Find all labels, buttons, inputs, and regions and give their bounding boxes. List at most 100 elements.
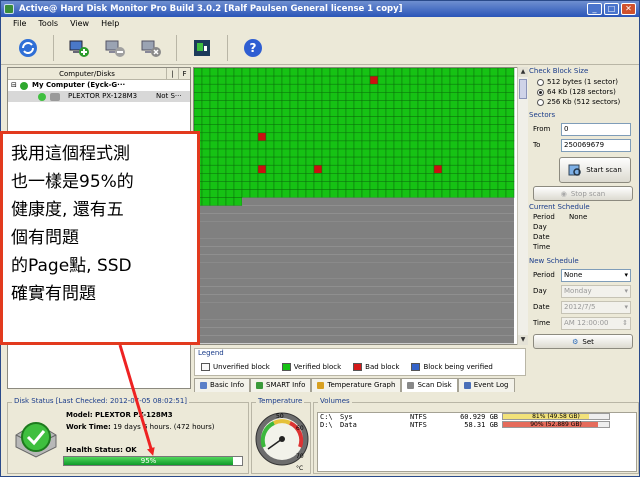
unverified-block [346, 311, 354, 320]
verified-block [329, 92, 339, 101]
verified-block [345, 68, 355, 77]
verified-block [497, 108, 507, 117]
period-select[interactable]: None ▾ [561, 268, 631, 282]
verified-block [321, 132, 331, 142]
unverified-block [218, 286, 226, 295]
menu-view[interactable]: View [70, 17, 89, 31]
verified-block [497, 181, 507, 190]
add-computer-icon[interactable] [66, 35, 92, 61]
from-input[interactable]: 0 [561, 122, 631, 136]
verified-block [329, 68, 339, 77]
chevron-down-icon[interactable]: ▾ [624, 270, 628, 281]
scroll-up-icon[interactable]: ▲ [518, 67, 528, 77]
menu-file[interactable]: File [13, 17, 26, 31]
column-indicator[interactable]: | [166, 68, 178, 79]
verified-block [393, 92, 403, 101]
unverified-block [482, 327, 490, 336]
verified-block [481, 124, 491, 134]
block-size-option[interactable]: 512 bytes (1 sector) [529, 77, 637, 87]
menu-tools[interactable]: Tools [38, 17, 58, 31]
unverified-block [386, 319, 394, 328]
unverified-block [450, 238, 458, 247]
spin-icon[interactable]: ⇕ [622, 318, 628, 329]
close-button[interactable]: ✕ [621, 3, 636, 15]
scroll-thumb[interactable] [519, 79, 527, 99]
toolbar-separator [53, 34, 54, 61]
unverified-block [386, 246, 394, 255]
verified-block [297, 173, 307, 182]
unverified-block [378, 230, 386, 239]
radio-icon[interactable] [537, 88, 544, 96]
verified-block [241, 164, 251, 174]
unverified-block [330, 278, 338, 287]
menu-help[interactable]: Help [101, 17, 119, 31]
tab-temperature-graph[interactable]: Temperature Graph [311, 378, 402, 392]
maximize-button[interactable]: □ [604, 3, 619, 15]
refresh-icon[interactable] [15, 35, 41, 61]
stop-scan-button[interactable]: ◉ Stop scan [533, 186, 633, 201]
column-computer-disks[interactable]: Computer/Disks [8, 68, 166, 79]
unverified-block [258, 270, 266, 279]
bad-block [257, 132, 267, 142]
verified-block [249, 124, 259, 134]
unverified-block [242, 270, 250, 279]
help-icon[interactable]: ? [240, 35, 266, 61]
block-size-option[interactable]: 64 Kb (128 sectors) [529, 87, 637, 97]
date-picker[interactable]: 2012/7/5 ▾ [561, 300, 631, 314]
minimize-button[interactable]: _ [587, 3, 602, 15]
unverified-block [210, 335, 218, 344]
verified-block [417, 83, 427, 93]
column-filter[interactable]: F [178, 68, 190, 79]
start-scan-button[interactable]: Start scan [559, 157, 631, 183]
remove-computer-icon[interactable] [102, 35, 128, 61]
tab-smart-info[interactable]: SMART Info [250, 378, 312, 392]
verified-block [281, 92, 291, 101]
unverified-block [274, 294, 282, 303]
verified-block [457, 124, 467, 134]
unverified-block [466, 327, 474, 336]
verified-block [337, 148, 347, 158]
verified-block [377, 164, 387, 174]
tab-scan-disk[interactable]: Scan Disk [401, 378, 458, 392]
to-input[interactable]: 250069679 [561, 138, 631, 152]
volume-row[interactable]: D:\ Data NTFS 58.31 GB 90% (52.889 GB) [318, 421, 636, 429]
scroll-down-icon[interactable]: ▼ [518, 335, 528, 345]
set-button[interactable]: ⚙ Set [533, 334, 633, 349]
unverified-block [266, 327, 274, 336]
verified-block [497, 140, 507, 150]
collapse-icon[interactable]: ⊟ [11, 80, 17, 91]
tree-item-disk[interactable]: PLEXTOR PX-128M3 Not S··· [8, 91, 190, 102]
unverified-block [402, 319, 410, 328]
computer-disconnect-icon[interactable] [138, 35, 164, 61]
chevron-down-icon[interactable]: ▾ [624, 286, 628, 297]
verified-block [297, 75, 307, 85]
unverified-block [226, 213, 234, 222]
tree-item-my-computer[interactable]: ⊟ My Computer (Eyck-G··· [8, 80, 190, 91]
tab-event-log[interactable]: Event Log [457, 378, 515, 392]
block-map-scrollbar[interactable]: ▲ ▼ [517, 67, 528, 345]
from-row: From 0 [529, 121, 637, 137]
verified-block [505, 100, 515, 109]
verified-block [489, 181, 499, 190]
gauge-tick: 60 [296, 425, 304, 432]
unverified-block [282, 246, 290, 255]
time-picker[interactable]: AM 12:00:00 ⇕ [561, 316, 631, 330]
verified-block [289, 116, 299, 125]
unverified-block [402, 294, 410, 303]
block-size-option[interactable]: 256 Kb (512 sectors) [529, 97, 637, 107]
verified-block [289, 83, 299, 93]
verified-block [505, 173, 515, 182]
tab-basic-info[interactable]: Basic Info [194, 378, 251, 392]
verified-block [201, 189, 211, 198]
unverified-block [498, 254, 506, 263]
chevron-down-icon[interactable]: ▾ [624, 302, 628, 313]
unverified-block [338, 238, 346, 247]
day-select[interactable]: Monday ▾ [561, 284, 631, 298]
verified-block [305, 148, 315, 158]
volume-row[interactable]: C:\ Sys NTFS 60.929 GB 81% (49.58 GB) [318, 413, 636, 421]
unverified-block [266, 205, 274, 214]
radio-icon[interactable] [537, 98, 544, 106]
radio-icon[interactable] [537, 78, 544, 86]
unverified-block [386, 327, 394, 336]
scan-icon[interactable] [189, 35, 215, 61]
